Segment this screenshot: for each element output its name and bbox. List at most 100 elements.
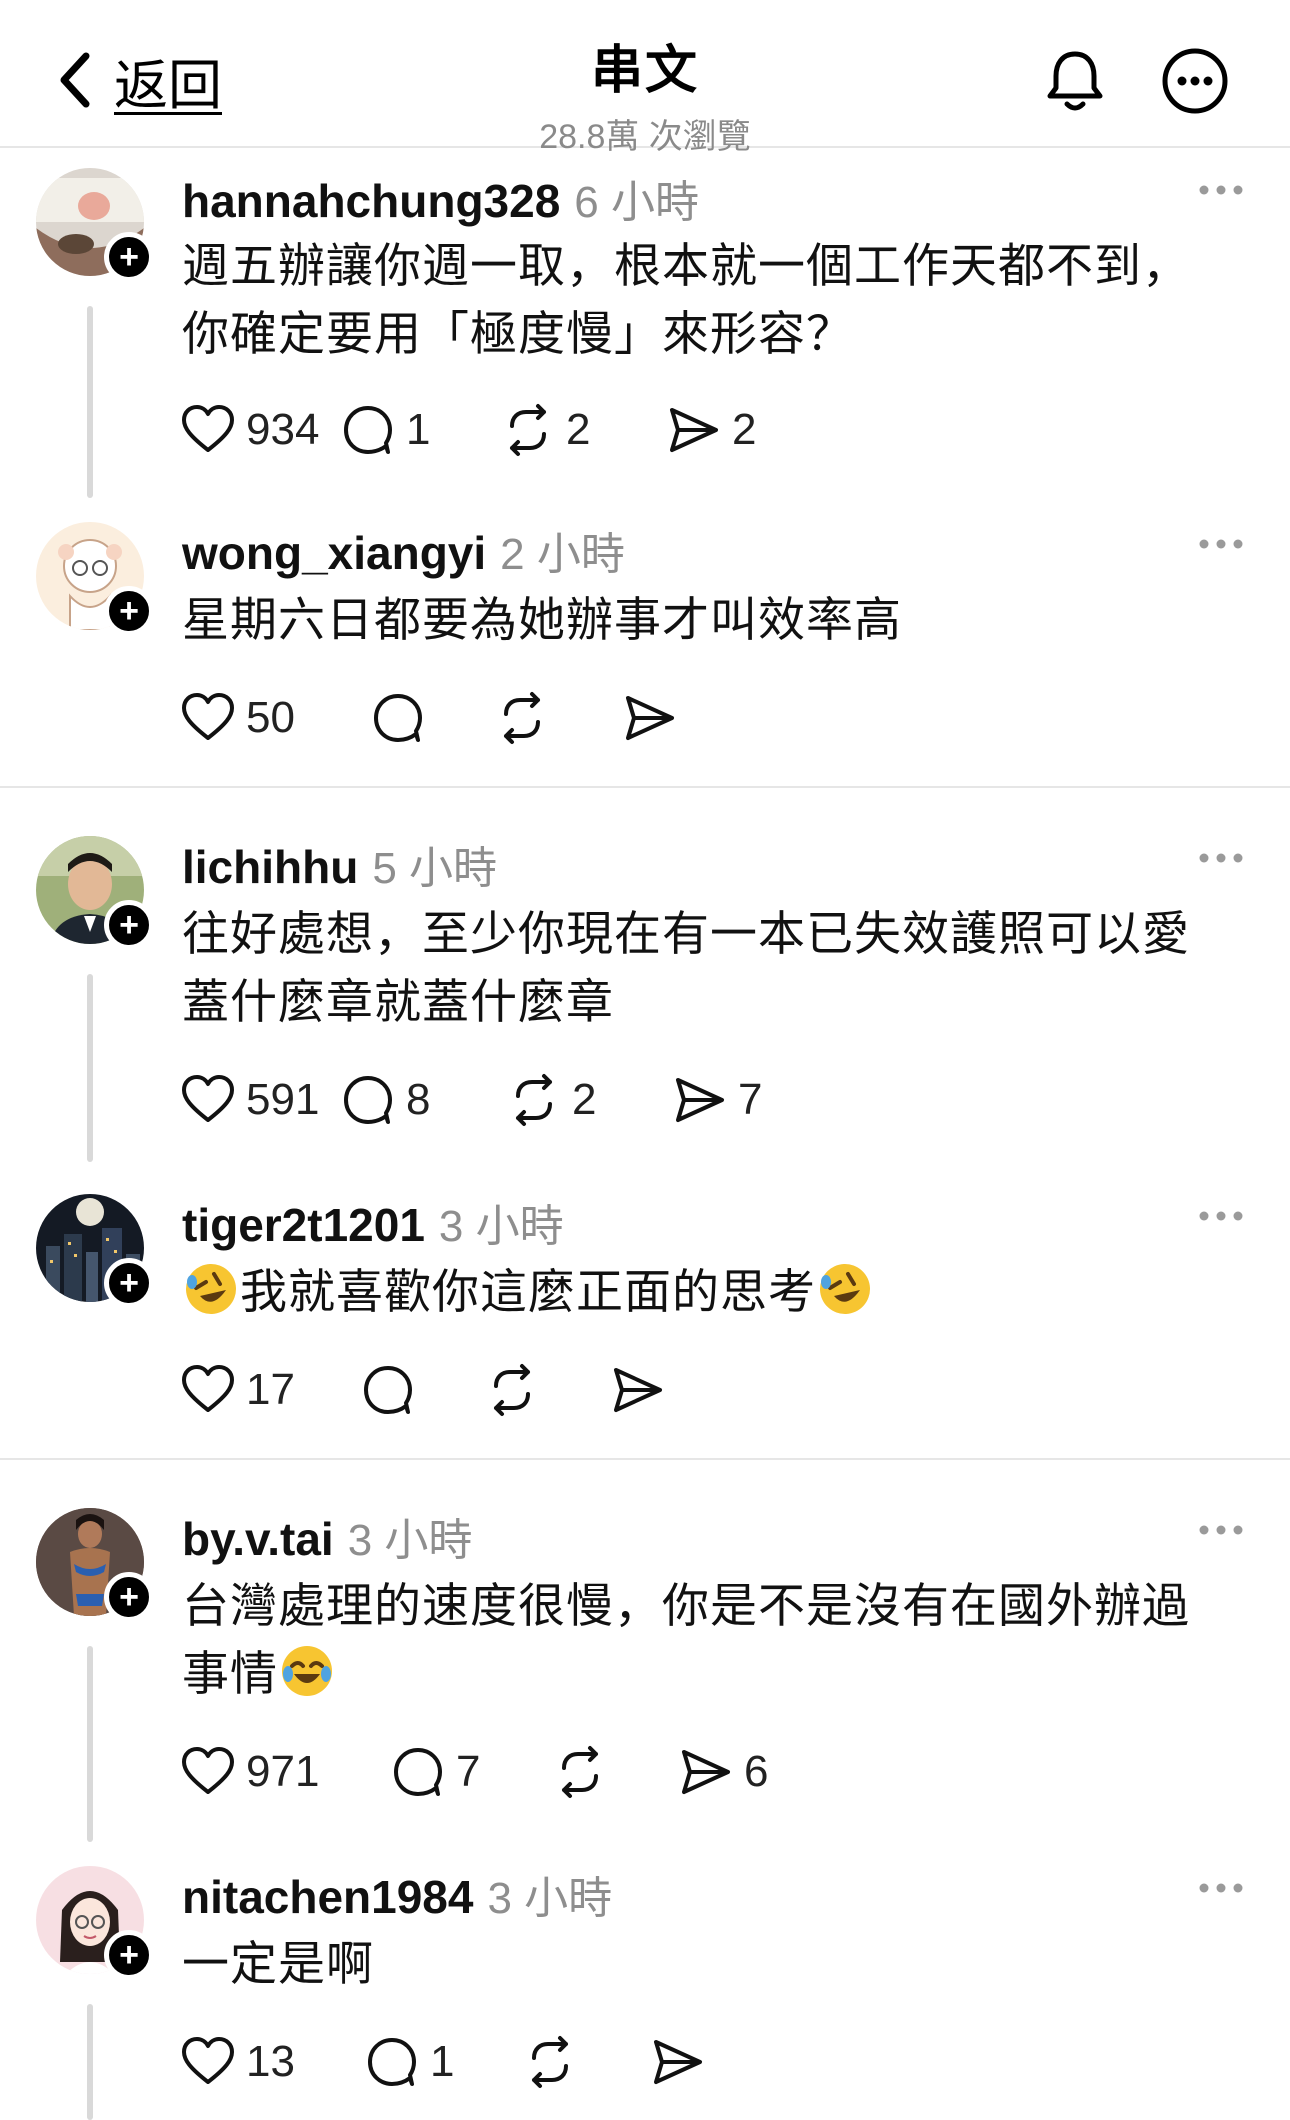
post-text-content: 我就喜歡你這麼正面的思考: [240, 1265, 816, 1318]
like-count: 13: [246, 2037, 295, 2086]
share-count: 2: [732, 405, 757, 454]
divider: [0, 786, 1290, 788]
top-bar: 返回 串文 28.8萬 次瀏覽: [0, 0, 1290, 156]
action-bar: 971 7 6: [180, 1742, 768, 1802]
username[interactable]: wong_xiangyi: [182, 526, 486, 580]
like-count: 591: [246, 1075, 320, 1124]
more-dots-icon[interactable]: [1196, 1878, 1246, 1898]
reply-button[interactable]: 1: [364, 2032, 522, 2092]
reply-count: 1: [430, 2037, 455, 2086]
like-button[interactable]: 591: [180, 1070, 340, 1130]
repost-button[interactable]: 2: [506, 1070, 672, 1130]
share-button[interactable]: 7: [672, 1070, 762, 1130]
post-time: 2 小時: [500, 530, 625, 579]
action-bar: 13 1: [180, 2032, 706, 2092]
comment-icon: [364, 1366, 412, 1414]
comment-icon: [344, 1076, 392, 1124]
share-button[interactable]: 6: [678, 1742, 768, 1802]
repost-button[interactable]: 2: [500, 400, 666, 460]
share-button[interactable]: [610, 1360, 666, 1420]
follow-plus-icon[interactable]: +: [104, 232, 154, 282]
post-text: 週五辦讓你週一取，根本就一個工作天都不到， 你確定要用「極度慢」來形容？: [182, 232, 1242, 368]
post-text: 我就喜歡你這麼正面的思考: [182, 1258, 1242, 1326]
post-time: 3 小時: [438, 1202, 564, 1251]
post-text: 往好處想，至少你現在有一本已失效護照可以愛 蓋什麼章就蓋什麼章: [182, 900, 1242, 1036]
like-count: 17: [246, 1365, 295, 1414]
username[interactable]: by.v.tai: [182, 1512, 334, 1566]
reply-button[interactable]: 8: [340, 1070, 506, 1130]
post-text-line: 事情: [182, 1647, 278, 1700]
reply-button[interactable]: 7: [390, 1742, 552, 1802]
bell-icon[interactable]: [1040, 46, 1110, 116]
reply-button[interactable]: [360, 1360, 484, 1420]
follow-plus-icon[interactable]: +: [104, 900, 154, 950]
username[interactable]: lichihhu: [182, 840, 358, 894]
like-button[interactable]: 13: [180, 2032, 364, 2092]
post-time: 5 小時: [372, 844, 498, 893]
like-button[interactable]: 17: [180, 1360, 360, 1420]
reply-count: 7: [456, 1747, 481, 1796]
send-icon: [626, 696, 674, 740]
follow-plus-icon[interactable]: +: [104, 1258, 154, 1308]
repost-button[interactable]: [484, 1360, 610, 1420]
send-icon: [682, 1750, 730, 1794]
repost-icon: [494, 1364, 530, 1416]
share-button[interactable]: [622, 688, 678, 748]
rofl-emoji-icon: [820, 1264, 870, 1314]
like-button[interactable]: 971: [180, 1742, 390, 1802]
follow-plus-icon[interactable]: +: [104, 1572, 154, 1622]
divider: [0, 1458, 1290, 1460]
send-icon: [654, 2040, 702, 2084]
repost-button[interactable]: [522, 2032, 650, 2092]
post-text-line: 星期六日都要為她辦事才叫效率高: [182, 593, 902, 646]
post-text-line: 週五辦讓你週一取，根本就一個工作天都不到，: [182, 239, 1190, 292]
more-circle-icon[interactable]: [1160, 46, 1230, 116]
thread-line: [87, 974, 93, 1162]
share-count: 7: [738, 1075, 763, 1124]
repost-count: 2: [572, 1075, 597, 1124]
follow-plus-icon[interactable]: +: [104, 586, 154, 636]
post-text: 台灣處理的速度很慢，你是不是沒有在國外辦過 事情: [182, 1572, 1242, 1708]
reply-button[interactable]: 1: [340, 400, 500, 460]
username[interactable]: nitachen1984: [182, 1870, 473, 1924]
username[interactable]: hannahchung328: [182, 174, 560, 228]
more-dots-icon[interactable]: [1196, 180, 1246, 200]
more-dots-icon[interactable]: [1196, 534, 1246, 554]
action-bar: 50: [180, 688, 678, 748]
follow-plus-icon[interactable]: +: [104, 1930, 154, 1980]
heart-icon: [182, 693, 234, 740]
post-text-line: 蓋什麼章就蓋什麼章: [182, 975, 614, 1028]
like-button[interactable]: 50: [180, 688, 370, 748]
share-button[interactable]: 2: [666, 400, 756, 460]
view-count: 28.8萬 次瀏覽: [539, 118, 751, 156]
repost-button[interactable]: [552, 1742, 678, 1802]
post-text-line: 往好處想，至少你現在有一本已失效護照可以愛: [182, 907, 1190, 960]
action-bar: 934 1 2 2: [180, 400, 756, 460]
comment-icon: [344, 406, 392, 454]
joy-emoji-icon: [282, 1646, 332, 1696]
reply-button[interactable]: [370, 688, 494, 748]
more-dots-icon[interactable]: [1196, 1520, 1246, 1540]
like-count: 50: [246, 693, 295, 742]
send-icon: [676, 1078, 724, 1122]
send-icon: [614, 1368, 662, 1412]
repost-icon: [516, 1074, 552, 1126]
share-button[interactable]: [650, 2032, 706, 2092]
send-icon: [670, 408, 718, 452]
thread-line: [87, 306, 93, 498]
comment-icon: [374, 694, 422, 742]
post-time: 6 小時: [574, 178, 699, 227]
post-text: 星期六日都要為她辦事才叫效率高: [182, 586, 1242, 654]
heart-icon: [182, 405, 234, 452]
like-count: 934: [246, 405, 320, 454]
more-dots-icon[interactable]: [1196, 1206, 1246, 1226]
action-bar: 17: [180, 1360, 666, 1420]
share-count: 6: [744, 1747, 769, 1796]
like-button[interactable]: 934: [180, 400, 340, 460]
username[interactable]: tiger2t1201: [182, 1198, 425, 1252]
heart-icon: [182, 1365, 234, 1412]
more-dots-icon[interactable]: [1196, 848, 1246, 868]
comment-icon: [394, 1748, 442, 1796]
heart-icon: [182, 1747, 234, 1794]
repost-button[interactable]: [494, 688, 622, 748]
